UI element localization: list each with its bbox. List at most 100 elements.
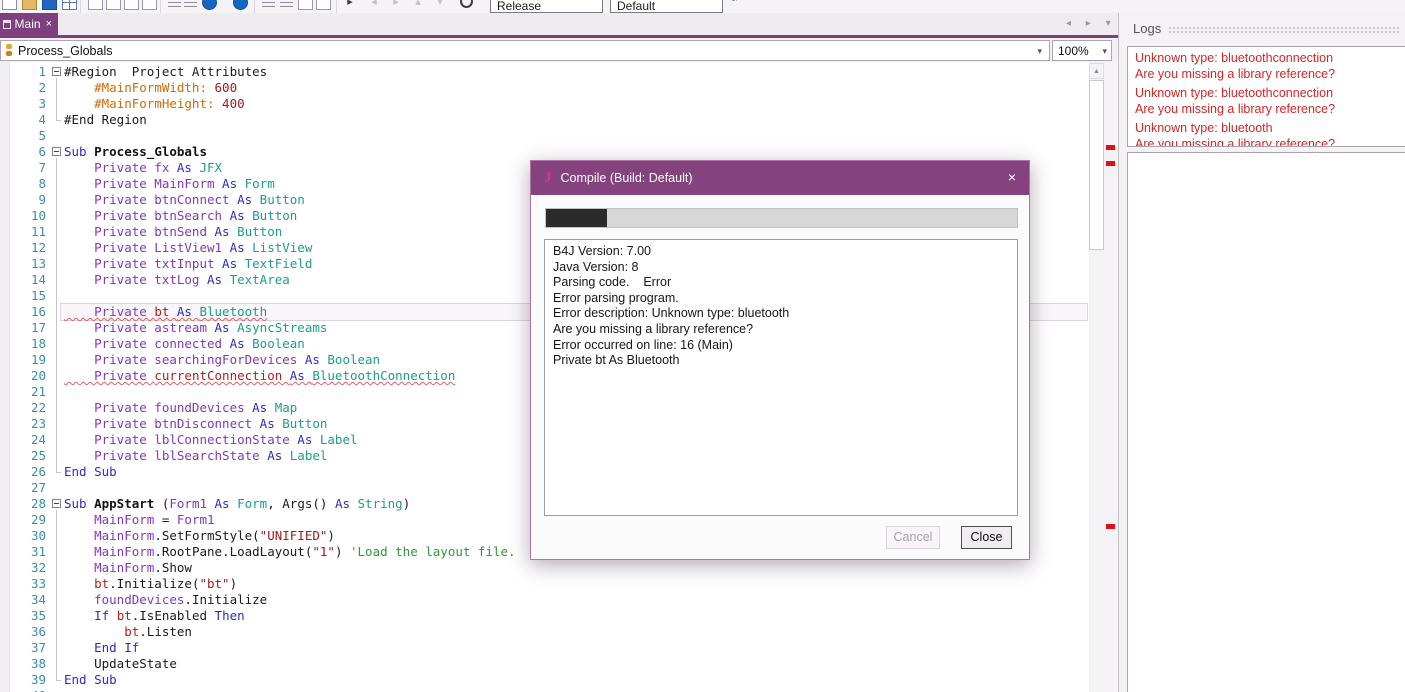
line-number[interactable]: 7 [0,160,50,176]
back-icon[interactable]: ◂ [368,0,380,10]
line-number[interactable]: 30 [0,528,50,544]
cut-icon[interactable] [106,0,121,10]
line-number[interactable]: 10 [0,208,50,224]
designer-icon[interactable] [62,0,77,10]
cancel-button[interactable]: Cancel [886,526,940,549]
open-icon[interactable] [22,0,37,10]
line-number[interactable]: 24 [0,432,50,448]
line-number[interactable]: 23 [0,416,50,432]
down-icon[interactable]: ▾ [434,0,446,10]
close-button[interactable]: Close [961,526,1012,549]
log-entry[interactable]: Unknown type: bluetoothconnection Are you… [1135,85,1405,117]
line-number[interactable]: 4 [0,112,50,128]
tab-close-icon[interactable]: × [46,18,52,30]
up-icon[interactable]: ▴ [412,0,424,10]
code-line[interactable]: 37 End If [0,640,1089,656]
code-line[interactable]: 33 bt.Initialize("bt") [0,576,1089,592]
line-number[interactable]: 12 [0,240,50,256]
zoom-combobox[interactable]: 100% ▾ [1052,40,1112,61]
close-icon[interactable]: × [1008,169,1016,185]
line-number[interactable]: 6 [0,144,50,160]
fold-toggle-icon[interactable] [52,147,61,156]
line-number[interactable]: 33 [0,576,50,592]
code-line[interactable]: 38 UpdateState [0,656,1089,672]
line-number[interactable]: 38 [0,656,50,672]
line-number[interactable]: 9 [0,192,50,208]
code-line[interactable]: 2 #MainFormWidth: 600 [0,80,1089,96]
code-line[interactable]: 35 If bt.IsEnabled Then [0,608,1089,624]
line-number[interactable]: 21 [0,384,50,400]
play-icon[interactable]: ▸ [344,0,356,10]
log-entry[interactable]: Unknown type: bluetooth Are you missing a… [1135,120,1405,146]
line-number[interactable]: 39 [0,672,50,688]
line-number[interactable]: 22 [0,400,50,416]
code-line[interactable]: 4 #End Region [0,112,1089,128]
line-number[interactable]: 3 [0,96,50,112]
outdent-icon[interactable] [316,0,331,10]
indent-icon[interactable] [298,0,313,10]
copy-icon[interactable] [124,0,139,10]
code-line[interactable]: 32 MainForm.Show [0,560,1089,576]
new-icon[interactable] [2,0,17,10]
fold-toggle-icon[interactable] [52,67,61,76]
line-number[interactable]: 5 [0,128,50,144]
log-entry[interactable]: Unknown type: bluetoothconnection Are you… [1135,50,1405,82]
line-number[interactable]: 11 [0,224,50,240]
line-number[interactable]: 18 [0,336,50,352]
code-line[interactable]: 1 #Region Project Attributes [0,64,1089,80]
code-line[interactable]: 39 End Sub [0,672,1089,688]
fold-toggle-icon[interactable] [52,499,61,508]
tab-main[interactable]: Main × [0,13,58,35]
save-icon[interactable] [42,0,57,10]
logs-output-area[interactable] [1127,152,1405,692]
line-number[interactable]: 16 [0,304,50,320]
rebuild-icon[interactable] [460,0,473,8]
forward-icon[interactable]: ▸ [390,0,402,10]
chevron-down-icon[interactable]: ▾ [1037,46,1042,57]
line-number[interactable]: 35 [0,608,50,624]
new-module-icon[interactable] [88,0,103,10]
scroll-up-icon[interactable]: ▲ [1089,63,1104,79]
scrollbar-thumb[interactable] [1089,80,1104,250]
line-number[interactable]: 37 [0,640,50,656]
line-number[interactable]: 19 [0,352,50,368]
list-icon[interactable] [262,0,277,10]
line-number[interactable]: 27 [0,480,50,496]
line-number[interactable]: 13 [0,256,50,272]
line-number[interactable]: 31 [0,544,50,560]
line-number[interactable]: 20 [0,368,50,384]
code-line[interactable]: 6 Sub Process_Globals [0,144,1089,160]
line-number[interactable]: 36 [0,624,50,640]
line-number[interactable]: 32 [0,560,50,576]
line-number[interactable]: 28 [0,496,50,512]
logs-drag-grip[interactable] [1168,26,1400,34]
line-number[interactable]: 25 [0,448,50,464]
debug-icon[interactable] [233,0,248,10]
code-line[interactable]: 5 [0,128,1089,144]
compile-output-text[interactable]: B4J Version: 7.00 Java Version: 8 Parsin… [544,239,1018,516]
code-line[interactable]: 40 [0,688,1089,692]
line-number[interactable]: 8 [0,176,50,192]
line-number[interactable]: 17 [0,320,50,336]
paste-icon[interactable] [142,0,157,10]
code-line[interactable]: 3 #MainFormHeight: 400 [0,96,1089,112]
line-number[interactable]: 1 [0,64,50,80]
line-number[interactable]: 15 [0,288,50,304]
line-number[interactable]: 29 [0,512,50,528]
list2-icon[interactable] [280,0,295,10]
line-number[interactable]: 40 [0,688,50,692]
compile-dialog-titlebar[interactable]: J Compile (Build: Default) × [531,161,1029,195]
build-configuration-select[interactable]: Release [490,0,603,13]
logs-error-list[interactable]: Unknown type: bluetoothconnection Are you… [1127,46,1405,147]
line-number[interactable]: 2 [0,80,50,96]
run-icon[interactable] [202,0,217,10]
tab-scroll-arrows[interactable]: ◂ ▸ ▾ [1066,18,1117,29]
code-line[interactable]: 36 bt.Listen [0,624,1089,640]
line-number[interactable]: 34 [0,592,50,608]
sub-selector-combobox[interactable]: Process_Globals ▾ [0,40,1050,61]
spinner-control[interactable]: ▴▾ [730,0,740,3]
panel-splitter[interactable] [1118,13,1119,692]
code-line[interactable]: 34 foundDevices.Initialize [0,592,1089,608]
uncomment-icon[interactable] [184,0,199,10]
line-number[interactable]: 26 [0,464,50,480]
